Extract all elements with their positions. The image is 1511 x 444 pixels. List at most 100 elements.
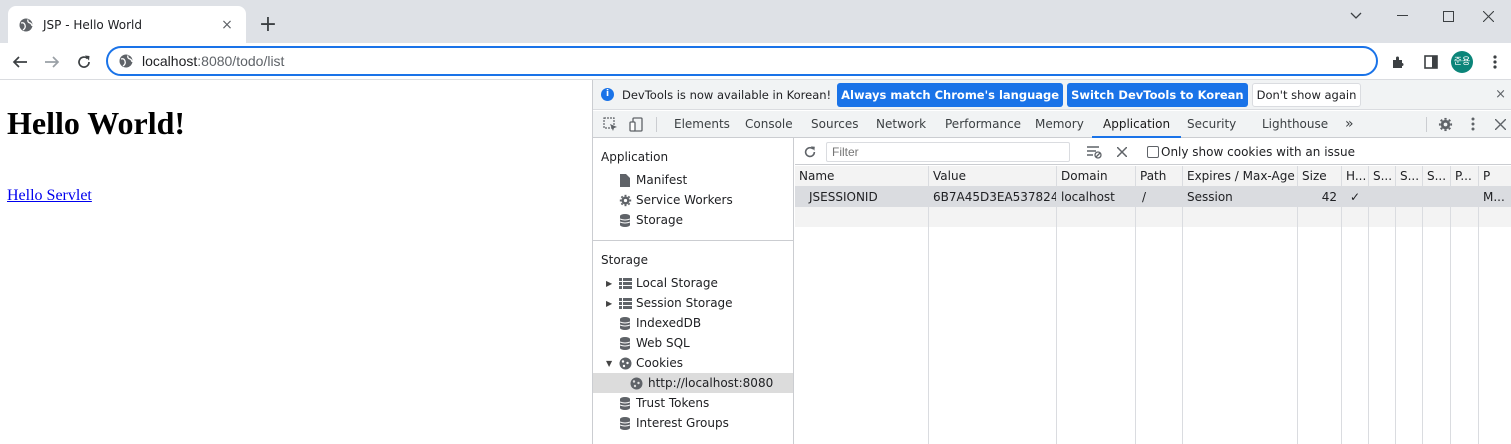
grid-icon (618, 276, 632, 290)
tab-memory[interactable]: Memory (1035, 111, 1084, 138)
expand-arrow-icon[interactable]: ▶ (606, 279, 614, 288)
column-divider[interactable] (1395, 166, 1396, 444)
column-header-priority[interactable]: P (1479, 166, 1511, 186)
column-divider[interactable] (1135, 166, 1136, 444)
tab-security[interactable]: Security (1187, 111, 1236, 138)
sidebar-divider (593, 240, 793, 241)
sidebar-item-web-sql[interactable]: Web SQL (593, 333, 793, 353)
forward-button[interactable] (39, 49, 65, 75)
database-icon (618, 316, 632, 330)
cookie-filter-input[interactable] (826, 142, 1070, 162)
sidebar-item-indexeddb[interactable]: IndexedDB (593, 313, 793, 333)
dont-show-again-button[interactable]: Don't show again (1251, 82, 1362, 107)
minimize-icon[interactable] (1379, 0, 1425, 32)
always-match-language-button[interactable]: Always match Chrome's language (837, 82, 1064, 107)
cookie-expires-cell: Session (1187, 190, 1233, 204)
tab-network[interactable]: Network (876, 111, 926, 138)
column-header-path[interactable]: Path (1136, 166, 1182, 186)
table-row-empty (795, 207, 1511, 227)
hello-servlet-link[interactable]: Hello Servlet (7, 187, 92, 205)
database-icon (618, 213, 632, 227)
storage-section-header: Storage (601, 253, 648, 267)
sidebar-item-service-workers[interactable]: Service Workers (593, 190, 793, 210)
collapse-arrow-icon[interactable]: ▼ (606, 359, 614, 368)
clear-all-cookies-icon[interactable] (1113, 143, 1131, 161)
column-divider[interactable] (1341, 166, 1342, 444)
devtools-panel: i DevTools is now available in Korean! A… (592, 80, 1511, 444)
sidebar-item-session-storage[interactable]: ▶ Session Storage (593, 293, 793, 313)
refresh-icon[interactable] (801, 143, 819, 161)
settings-gear-icon[interactable] (1436, 115, 1454, 133)
column-header-secure[interactable]: S... (1369, 166, 1395, 186)
sidebar-item-manifest[interactable]: Manifest (593, 170, 793, 190)
menu-icon[interactable] (1484, 51, 1506, 73)
browser-tab[interactable]: JSP - Hello World × (8, 6, 246, 43)
column-header-httponly[interactable]: H... (1342, 166, 1368, 186)
switch-to-korean-button[interactable]: Switch DevTools to Korean (1067, 82, 1248, 107)
inspect-element-icon[interactable] (601, 115, 619, 133)
sidebar-label: Session Storage (636, 296, 733, 310)
column-divider[interactable] (928, 166, 929, 444)
column-header-expires[interactable]: Expires / Max-Age (1183, 166, 1297, 186)
cookies-toolbar: Only show cookies with an issue (795, 138, 1511, 165)
url-host: localhost (142, 53, 198, 69)
close-devtools-icon[interactable] (1491, 115, 1509, 133)
tab-elements[interactable]: Elements (674, 111, 730, 138)
device-toolbar-icon[interactable] (627, 115, 645, 133)
cookie-icon (618, 356, 632, 370)
sidebar-item-storage-overview[interactable]: Storage (593, 210, 793, 230)
column-header-value[interactable]: Value (929, 166, 1056, 186)
application-sidebar: Application Manifest Service Workers Sto… (593, 138, 794, 444)
tab-search-icon[interactable] (1333, 0, 1379, 32)
side-panel-icon[interactable] (1420, 51, 1442, 73)
tab-lighthouse[interactable]: Lighthouse (1262, 111, 1328, 138)
sidebar-item-trust-tokens[interactable]: Trust Tokens (593, 393, 793, 413)
expand-arrow-icon[interactable]: ▶ (606, 299, 614, 308)
column-header-partition[interactable]: P... (1451, 166, 1478, 186)
profile-button[interactable]: 준용 (1451, 51, 1473, 73)
column-divider[interactable] (1297, 166, 1298, 444)
browser-toolbar: localhost:8080/todo/list 준용 (0, 43, 1511, 80)
site-info-icon[interactable] (118, 53, 134, 69)
column-divider[interactable] (1368, 166, 1369, 444)
database-icon (618, 336, 632, 350)
only-issues-checkbox[interactable] (1147, 146, 1159, 158)
sidebar-item-local-storage[interactable]: ▶ Local Storage (593, 273, 793, 293)
tab-application[interactable]: Application (1092, 111, 1182, 138)
column-divider[interactable] (1422, 166, 1423, 444)
cookie-value-cell: 6B7A45D3EA537824... (933, 190, 1056, 204)
column-header-size[interactable]: Size (1298, 166, 1341, 186)
sidebar-item-interest-groups[interactable]: Interest Groups (593, 413, 793, 433)
column-header-domain[interactable]: Domain (1057, 166, 1135, 186)
tab-strip: JSP - Hello World × + (0, 0, 1511, 43)
extensions-icon[interactable] (1388, 51, 1410, 73)
column-header-samesite[interactable]: S... (1396, 166, 1422, 186)
application-section-header: Application (601, 150, 669, 164)
sidebar-item-cookie-origin[interactable]: http://localhost:8080 (593, 373, 793, 393)
sidebar-label: Storage (636, 213, 683, 227)
column-header-name[interactable]: Name (795, 166, 928, 186)
tab-sources[interactable]: Sources (811, 111, 858, 138)
tab-close-icon[interactable]: × (218, 16, 236, 34)
address-bar[interactable]: localhost:8080/todo/list (106, 46, 1378, 76)
column-divider[interactable] (1182, 166, 1183, 444)
column-divider[interactable] (1450, 166, 1451, 444)
infobar-close-icon[interactable]: × (1495, 87, 1506, 102)
cookie-domain-cell: localhost (1061, 190, 1115, 204)
more-tabs-icon[interactable]: » (1345, 111, 1354, 138)
reload-button[interactable] (71, 49, 97, 75)
sidebar-label: Service Workers (636, 193, 733, 207)
cookie-name-cell: JSESSIONID (809, 190, 878, 204)
column-header-sameparty[interactable]: S... (1423, 166, 1450, 186)
close-window-icon[interactable] (1465, 0, 1511, 32)
new-tab-button[interactable]: + (256, 14, 280, 38)
clear-filtered-cookies-icon[interactable] (1085, 143, 1103, 161)
column-divider[interactable] (1056, 166, 1057, 444)
sidebar-item-cookies[interactable]: ▼ Cookies (593, 353, 793, 373)
language-infobar: i DevTools is now available in Korean! A… (593, 80, 1511, 110)
column-divider[interactable] (1478, 166, 1479, 444)
back-button[interactable] (7, 49, 33, 75)
tab-console[interactable]: Console (745, 111, 793, 138)
tab-performance[interactable]: Performance (945, 111, 1021, 138)
customize-devtools-icon[interactable] (1464, 115, 1482, 133)
